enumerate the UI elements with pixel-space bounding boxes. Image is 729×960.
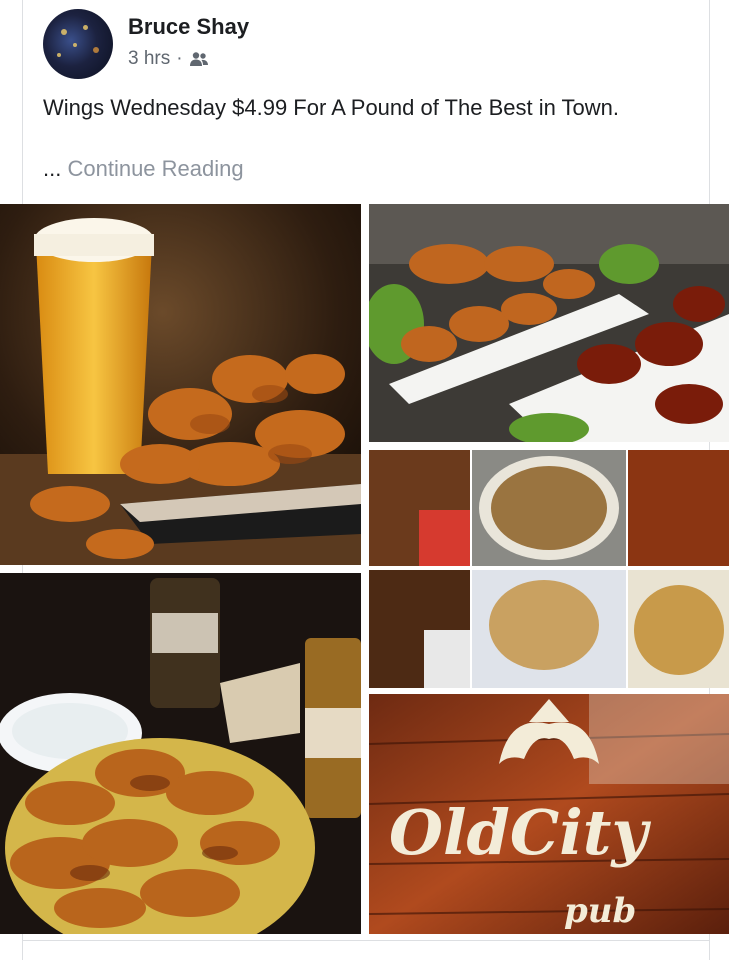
- post-time[interactable]: 3 hrs: [128, 48, 170, 70]
- continue-reading[interactable]: ... Continue Reading: [43, 156, 244, 182]
- beer-and-wings-photo[interactable]: [0, 204, 361, 565]
- ellipsis: ...: [43, 156, 62, 181]
- continue-reading-link[interactable]: Continue Reading: [67, 156, 243, 181]
- wing-platters-photo[interactable]: [369, 204, 729, 442]
- author-name[interactable]: Bruce Shay: [128, 14, 249, 40]
- old-city-pub-logo-photo[interactable]: OldCity pub: [369, 694, 729, 934]
- author-avatar[interactable]: [43, 9, 113, 79]
- wing-collage-photo[interactable]: [369, 450, 729, 688]
- friends-icon[interactable]: [189, 51, 209, 67]
- post-text: Wings Wednesday $4.99 For A Pound of The…: [43, 95, 620, 120]
- logo-text-sub: pub: [564, 891, 636, 931]
- post-meta: 3 hrs ·: [128, 48, 209, 70]
- meta-separator: ·: [176, 48, 183, 69]
- logo-text-main: OldCity: [389, 796, 651, 869]
- wings-with-dip-photo[interactable]: [0, 573, 361, 934]
- card-divider: [22, 940, 710, 941]
